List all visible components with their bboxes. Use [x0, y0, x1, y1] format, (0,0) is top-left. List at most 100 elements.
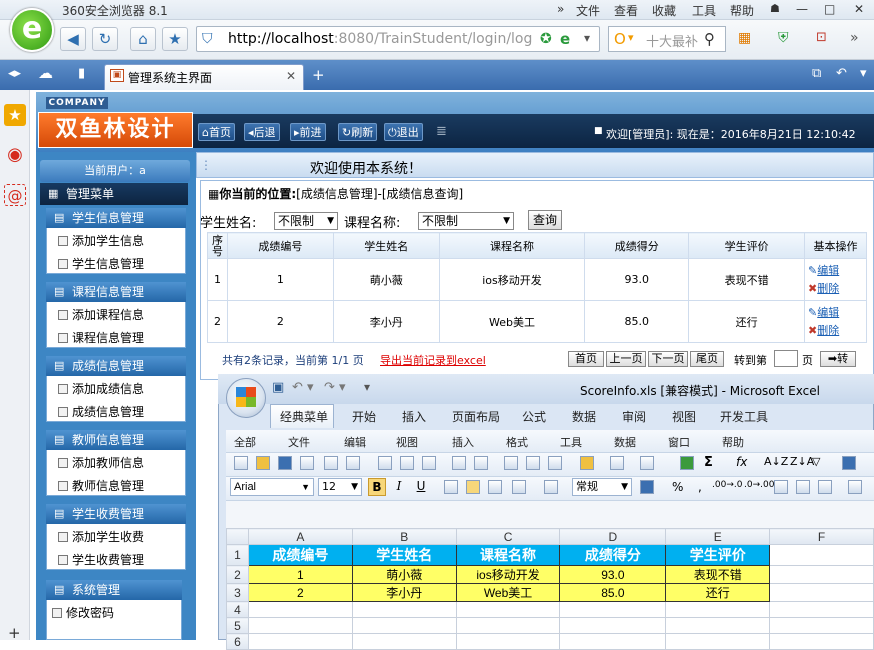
search-engine-icon[interactable]: O	[614, 30, 626, 48]
more-icon[interactable]: »	[850, 30, 859, 46]
xl-menu-format[interactable]: 格式	[506, 434, 528, 450]
translate-doc-icon[interactable]	[474, 456, 488, 470]
col-header-d[interactable]: D	[559, 528, 667, 545]
cell-data[interactable]: ios移动开发	[455, 565, 561, 584]
group-course-header[interactable]: ▤ 课程信息管理	[46, 282, 186, 302]
xl-menu-edit[interactable]: 编辑	[344, 434, 366, 450]
cell-empty[interactable]	[665, 633, 771, 650]
sort-asc-icon[interactable]: A↓Z	[764, 455, 788, 468]
cell-empty[interactable]	[351, 601, 457, 618]
merge-center-icon[interactable]	[512, 480, 526, 494]
search-engine-dropdown-icon[interactable]: ▾	[628, 31, 634, 44]
wrap-text-icon[interactable]	[544, 480, 558, 494]
ribbon-tab-insert[interactable]: 插入	[402, 408, 426, 425]
ribbon-tab-review[interactable]: 审阅	[622, 408, 646, 425]
cell-empty[interactable]	[455, 617, 561, 634]
cell-empty[interactable]	[769, 633, 874, 650]
cell-data[interactable]: 表现不错	[665, 565, 771, 584]
sidebar-item-add-course[interactable]: 添加课程信息	[58, 306, 144, 323]
save-disk-icon[interactable]	[278, 456, 292, 470]
chart-icon[interactable]	[842, 456, 856, 470]
search-icon[interactable]: ⚲	[704, 30, 715, 48]
cell-empty[interactable]	[559, 617, 667, 634]
ribbon-tab-layout[interactable]: 页面布局	[452, 408, 500, 425]
ribbon-tab-home[interactable]: 开始	[352, 408, 376, 425]
security-icon[interactable]: ⛨	[778, 30, 789, 46]
borders-icon[interactable]	[818, 480, 832, 494]
edit-link[interactable]: ✎编辑	[808, 304, 866, 322]
new-tab-icon[interactable]: +	[312, 66, 325, 84]
col-header-c[interactable]: C	[455, 528, 561, 545]
xl-menu-insert[interactable]: 插入	[452, 434, 474, 450]
group-fee-header[interactable]: ▤ 学生收费管理	[46, 504, 186, 524]
translate-icon[interactable]: ⊡	[816, 30, 827, 45]
xl-menu-all[interactable]: 全部	[234, 434, 256, 450]
ribbon-tab-classic[interactable]: 经典菜单	[280, 408, 328, 425]
cell-empty[interactable]	[769, 617, 874, 634]
refresh-icon[interactable]: ↻	[92, 27, 118, 51]
cell-header[interactable]: 成绩编号	[247, 544, 353, 566]
ribbon-tab-view[interactable]: 视图	[672, 408, 696, 425]
cell-data[interactable]: 85.0	[559, 583, 667, 602]
sidebar-item-add-teacher[interactable]: 添加教师信息	[58, 454, 144, 471]
goto-page-input[interactable]	[774, 350, 798, 367]
paste-icon[interactable]	[548, 456, 562, 470]
undo-icon[interactable]: ↶ ▾	[292, 380, 314, 395]
cell-empty[interactable]	[559, 601, 667, 618]
research-icon[interactable]	[422, 456, 436, 470]
bold-button[interactable]: B	[368, 478, 386, 496]
print-preview-icon[interactable]	[346, 456, 360, 470]
sort-desc-icon[interactable]: Z↓A	[790, 455, 814, 468]
fill-color-icon[interactable]	[848, 480, 862, 494]
align-left-icon[interactable]	[444, 480, 458, 494]
row-header[interactable]: 2	[226, 565, 249, 584]
speed-icon[interactable]: ✪	[540, 31, 552, 47]
cell-header[interactable]: 学生姓名	[351, 544, 457, 566]
browser-logo-icon[interactable]: e	[10, 8, 54, 52]
address-text[interactable]: http://localhost:8080/TrainStudent/login…	[228, 31, 533, 47]
cell-data[interactable]: Web美工	[455, 583, 561, 602]
cell-empty[interactable]	[455, 601, 561, 618]
tab-list-icon[interactable]: ▮	[78, 66, 85, 81]
course-name-select[interactable]: 不限制 ▼	[418, 212, 514, 230]
currency-icon[interactable]	[640, 480, 654, 494]
tab-menu-icon[interactable]: ▾	[860, 66, 867, 81]
spellcheck-icon[interactable]	[400, 456, 414, 470]
cell-empty[interactable]	[769, 601, 874, 618]
save-icon[interactable]: ▣	[272, 380, 284, 395]
engine-e-icon[interactable]: e	[560, 30, 570, 48]
sidebar-item-manage-course[interactable]: 课程信息管理	[58, 329, 144, 346]
print-icon[interactable]	[378, 456, 392, 470]
permission-icon[interactable]	[300, 456, 314, 470]
undo-tb-icon[interactable]	[610, 456, 624, 470]
sidebar-item-manage-student[interactable]: 学生信息管理	[58, 255, 144, 272]
number-format-select[interactable]: 常规 ▼	[572, 478, 632, 496]
cell-data[interactable]: 萌小薇	[351, 565, 457, 584]
function-icon[interactable]: fx	[736, 455, 747, 469]
cell-empty[interactable]	[247, 617, 353, 634]
align-right-icon[interactable]	[488, 480, 502, 494]
undo-close-icon[interactable]: ↶	[836, 66, 847, 81]
xl-menu-tools[interactable]: 工具	[560, 434, 582, 450]
cell-empty[interactable]	[769, 544, 874, 566]
tab-close-icon[interactable]: ✕	[286, 69, 296, 83]
sidebar-toggle-icon[interactable]: ◂▸	[8, 66, 21, 81]
first-page-button[interactable]: 首页	[568, 351, 604, 367]
home-icon[interactable]: ⌂	[130, 27, 156, 51]
row-header[interactable]: 4	[226, 601, 249, 618]
delete-link[interactable]: ✖删除	[808, 280, 866, 298]
sidebar-item-manage-teacher[interactable]: 教师信息管理	[58, 477, 144, 494]
cloud-icon[interactable]: ☁	[38, 64, 53, 82]
redo-icon[interactable]: ↷ ▾	[324, 380, 346, 395]
hyperlink-icon[interactable]	[680, 456, 694, 470]
decrease-indent-icon[interactable]	[774, 480, 788, 494]
percent-icon[interactable]: %	[672, 480, 683, 494]
student-name-select[interactable]: 不限制 ▼	[274, 212, 338, 230]
increase-indent-icon[interactable]	[796, 480, 810, 494]
address-dropdown-icon[interactable]: ▾	[584, 31, 590, 45]
abc-check-icon[interactable]	[452, 456, 466, 470]
group-system-header[interactable]: ▤ 系统管理	[46, 580, 182, 600]
sidebar-favorites-icon[interactable]: ★	[4, 104, 26, 126]
export-excel-link[interactable]: 导出当前记录到excel	[380, 352, 486, 368]
restore-tab-icon[interactable]: ⧉	[812, 66, 821, 81]
